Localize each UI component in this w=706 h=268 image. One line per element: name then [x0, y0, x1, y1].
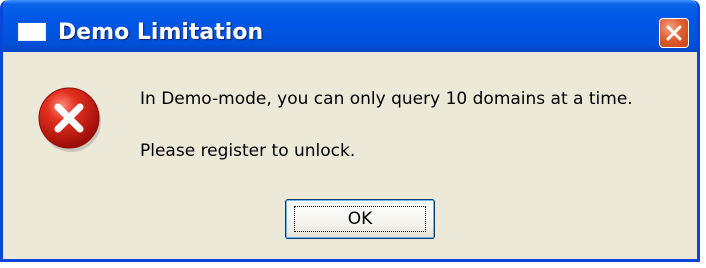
window-title: Demo Limitation — [58, 20, 264, 45]
error-icon — [38, 87, 101, 152]
ok-button-label: OK — [294, 206, 426, 232]
dialog-window: Demo Limitation In Demo-mode, you can on… — [0, 0, 700, 262]
message-line-2: Please register to unlock. — [140, 141, 356, 161]
dialog-body: In Demo-mode, you can only query 10 doma… — [3, 52, 697, 259]
window-icon — [18, 23, 46, 41]
title-bar[interactable]: Demo Limitation — [3, 0, 697, 52]
close-button[interactable] — [659, 18, 689, 48]
message-line-1: In Demo-mode, you can only query 10 doma… — [140, 89, 633, 109]
ok-button[interactable]: OK — [285, 199, 435, 239]
close-icon — [666, 25, 682, 41]
